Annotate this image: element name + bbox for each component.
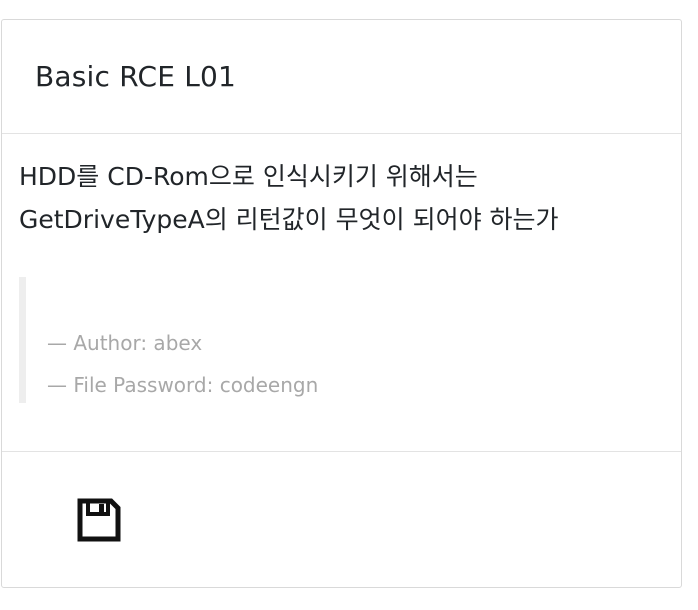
file-password-line: — File Password: codeengn xyxy=(47,373,319,397)
card-title: Basic RCE L01 xyxy=(35,60,237,93)
download-button[interactable] xyxy=(77,498,121,542)
meta-blockquote: — Author: abex — File Password: codeengn xyxy=(19,277,639,403)
card-header: Basic RCE L01 xyxy=(2,20,681,134)
author-line: — Author: abex xyxy=(47,331,203,355)
challenge-card: Basic RCE L01 HDD를 CD-Rom으로 인식시키기 위해서는 G… xyxy=(1,19,682,588)
card-footer xyxy=(2,452,681,587)
card-body: HDD를 CD-Rom으로 인식시키기 위해서는 GetDriveTypeA의 … xyxy=(2,134,681,452)
description-line-2: GetDriveTypeA의 리턴값이 무엇이 되어야 하는가 xyxy=(19,205,559,234)
description-line-1: HDD를 CD-Rom으로 인식시키기 위해서는 xyxy=(19,162,478,191)
floppy-disk-icon xyxy=(77,498,121,542)
